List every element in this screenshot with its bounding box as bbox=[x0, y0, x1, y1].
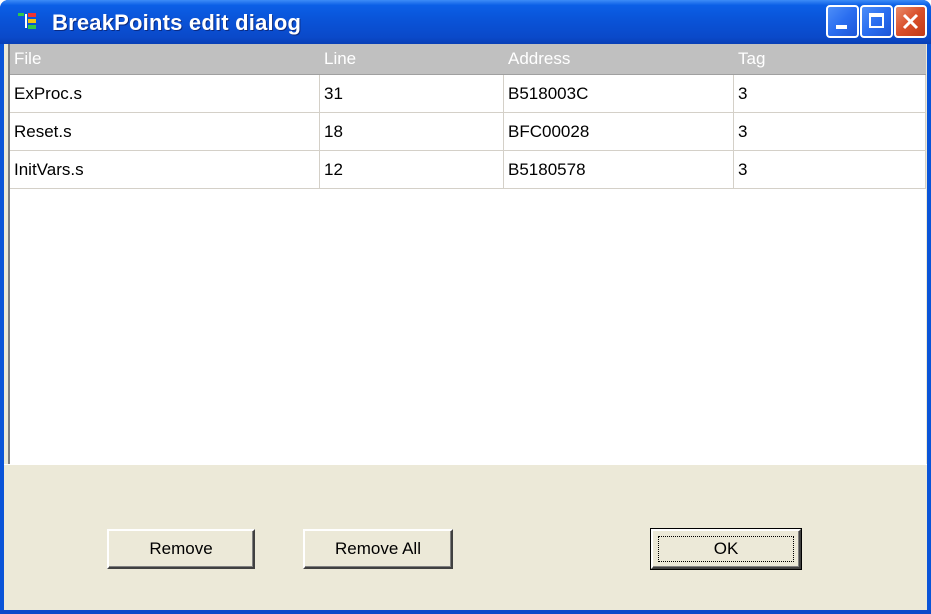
button-panel: Remove Remove All OK bbox=[4, 464, 927, 611]
window-bottom-border bbox=[0, 610, 931, 614]
cell-file: ExProc.s bbox=[10, 75, 320, 113]
column-header-file[interactable]: File bbox=[10, 44, 320, 74]
cell-file: Reset.s bbox=[10, 113, 320, 151]
table-row[interactable]: InitVars.s 12 B5180578 3 bbox=[10, 151, 926, 189]
close-button[interactable] bbox=[894, 5, 927, 38]
remove-button[interactable]: Remove bbox=[107, 529, 255, 569]
minimize-button[interactable] bbox=[826, 5, 859, 38]
cell-line: 18 bbox=[320, 113, 504, 151]
list-header: File Line Address Tag bbox=[10, 44, 926, 75]
window-title: BreakPoints edit dialog bbox=[52, 10, 302, 35]
cell-address: BFC00028 bbox=[504, 113, 734, 151]
cell-line: 12 bbox=[320, 151, 504, 189]
ok-button-label: OK bbox=[713, 539, 739, 558]
cell-line: 31 bbox=[320, 75, 504, 113]
column-header-address[interactable]: Address bbox=[504, 44, 734, 74]
table-row[interactable]: ExProc.s 31 B518003C 3 bbox=[10, 75, 926, 113]
breakpoints-list[interactable]: File Line Address Tag ExProc.s 31 B51800… bbox=[8, 44, 926, 464]
title-bar[interactable]: BreakPoints edit dialog bbox=[0, 0, 931, 44]
cell-address: B5180578 bbox=[504, 151, 734, 189]
column-header-line[interactable]: Line bbox=[320, 44, 504, 74]
cell-file: InitVars.s bbox=[10, 151, 320, 189]
remove-all-button[interactable]: Remove All bbox=[303, 529, 453, 569]
ok-button[interactable]: OK bbox=[650, 528, 802, 570]
remove-all-button-label: Remove All bbox=[335, 539, 421, 558]
app-icon bbox=[18, 13, 36, 29]
table-row[interactable]: Reset.s 18 BFC00028 3 bbox=[10, 113, 926, 151]
cell-tag: 3 bbox=[734, 113, 926, 151]
breakpoints-dialog-window: BreakPoints edit dialog File Line Addres… bbox=[0, 0, 931, 614]
cell-address: B518003C bbox=[504, 75, 734, 113]
remove-button-label: Remove bbox=[149, 539, 213, 558]
maximize-icon bbox=[869, 13, 884, 28]
maximize-button[interactable] bbox=[860, 5, 893, 38]
column-header-tag[interactable]: Tag bbox=[734, 44, 926, 74]
dialog-client-area: File Line Address Tag ExProc.s 31 B51800… bbox=[4, 44, 927, 611]
cell-tag: 3 bbox=[734, 75, 926, 113]
cell-tag: 3 bbox=[734, 151, 926, 189]
minimize-icon bbox=[836, 25, 847, 29]
close-icon bbox=[902, 13, 919, 30]
